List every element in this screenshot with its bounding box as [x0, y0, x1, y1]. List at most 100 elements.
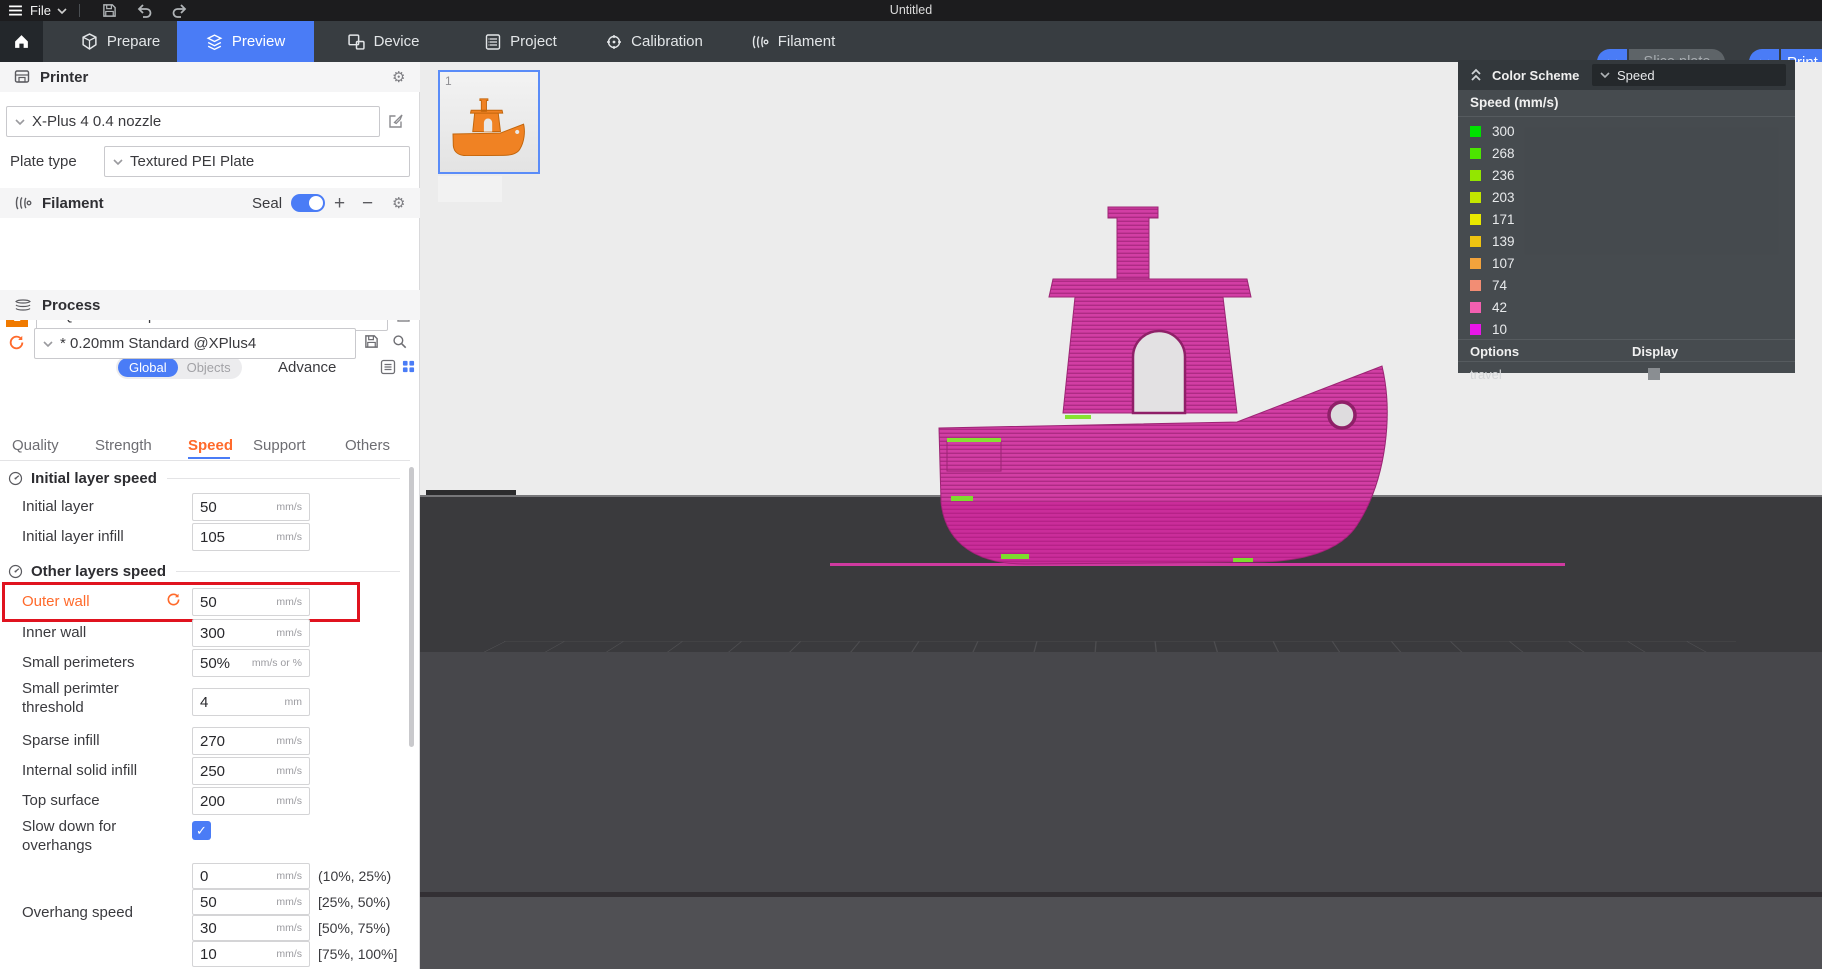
- plate-type-dropdown[interactable]: Textured PEI Plate: [104, 146, 410, 177]
- setting-label: Inner wall: [22, 624, 86, 641]
- chevron-down-icon[interactable]: [57, 7, 67, 15]
- initial-layer-input[interactable]: 50mm/s: [192, 493, 310, 521]
- search-icon[interactable]: [392, 334, 407, 349]
- file-menu[interactable]: File: [30, 3, 51, 18]
- process-section-header: Process: [0, 290, 420, 320]
- legend-options-row: Options Display: [1458, 339, 1795, 362]
- overhang-speed-input-4[interactable]: 10mm/s: [192, 941, 310, 967]
- cube-icon: [81, 33, 98, 50]
- home-button[interactable]: [0, 21, 43, 62]
- seal-label: Seal: [252, 195, 282, 212]
- tab-speed[interactable]: Speed: [188, 437, 233, 454]
- add-filament-button[interactable]: +: [334, 194, 345, 213]
- tab-quality[interactable]: Quality: [12, 437, 59, 454]
- legend-item: 139: [1458, 230, 1795, 252]
- legend-swatch: [1470, 214, 1481, 225]
- slow-down-overhangs-checkbox[interactable]: ✓: [192, 821, 211, 840]
- collapse-icon[interactable]: [1470, 68, 1482, 82]
- hamburger-icon[interactable]: [8, 5, 23, 16]
- overhang-range-1: (10%, 25%): [318, 863, 391, 889]
- tab-prepare[interactable]: Prepare: [64, 21, 177, 62]
- initial-layer-infill-input[interactable]: 105mm/s: [192, 523, 310, 551]
- legend-swatch: [1470, 324, 1481, 335]
- process-stack-icon: [14, 298, 32, 312]
- tab-calibration[interactable]: Calibration: [587, 21, 722, 62]
- printer-section-header: Printer ⚙: [0, 62, 420, 92]
- travel-checkbox[interactable]: [1648, 368, 1660, 380]
- benchy-porthole: [1329, 402, 1355, 428]
- edit-printer-icon[interactable]: [388, 113, 404, 129]
- legend-swatch: [1470, 148, 1481, 159]
- setting-label: Internal solid infill: [22, 762, 137, 779]
- color-scheme-dropdown[interactable]: Speed: [1592, 64, 1786, 86]
- tab-filament[interactable]: Filament: [732, 21, 854, 62]
- sparse-infill-input[interactable]: 270mm/s: [192, 727, 310, 755]
- calibration-icon: [606, 34, 622, 50]
- top-surface-input[interactable]: 200mm/s: [192, 787, 310, 815]
- setting-label: Initial layer: [22, 498, 94, 515]
- process-grid-icon[interactable]: [402, 360, 415, 373]
- main-toolbar: Prepare Preview Device Project Calibrati…: [0, 21, 1822, 62]
- setting-label: Initial layer infill: [22, 528, 124, 545]
- settings-sidebar: Printer ⚙ X-Plus 4 0.4 nozzle Plate type…: [0, 62, 420, 969]
- legend-item: 74: [1458, 274, 1795, 296]
- tab-others[interactable]: Others: [345, 437, 390, 454]
- reset-preset-icon[interactable]: [8, 334, 25, 351]
- process-scope-toggle[interactable]: Global Objects: [116, 356, 242, 379]
- overhang-range-4: [75%, 100%]: [318, 941, 397, 967]
- legend-swatch: [1470, 302, 1481, 313]
- overhang-speed-input-2[interactable]: 50mm/s: [192, 889, 310, 915]
- plate-thumbnail[interactable]: 1: [438, 70, 540, 174]
- sidebar-scrollbar[interactable]: [409, 467, 414, 747]
- legend-item: 268: [1458, 142, 1795, 164]
- filament-settings-gear-icon[interactable]: ⚙: [392, 196, 405, 211]
- overhang-range-2: [25%, 50%): [318, 889, 390, 915]
- overhang-speed-input-1[interactable]: 0mm/s: [192, 863, 310, 889]
- layers-icon: [206, 33, 223, 51]
- redo-icon[interactable]: [171, 4, 187, 18]
- process-preset-dropdown[interactable]: * 0.20mm Standard @XPlus4: [34, 328, 356, 359]
- outer-wall-input[interactable]: 50mm/s: [192, 588, 310, 616]
- gauge-icon: [8, 471, 23, 486]
- thumbnail-benchy: [450, 98, 528, 156]
- reset-outer-wall-icon[interactable]: [166, 592, 181, 607]
- small-perimeters-input[interactable]: 50%mm/s or %: [192, 649, 310, 677]
- legend-swatch: [1470, 236, 1481, 247]
- filament-coil-icon: [14, 195, 32, 211]
- legend-item: 10: [1458, 318, 1795, 340]
- group-other-layers-speed: Other layers speed: [0, 559, 410, 583]
- inner-wall-input[interactable]: 300mm/s: [192, 619, 310, 647]
- save-preset-icon[interactable]: [364, 334, 379, 349]
- tab-support[interactable]: Support: [253, 437, 306, 454]
- legend-swatch: [1470, 258, 1481, 269]
- internal-solid-infill-input[interactable]: 250mm/s: [192, 757, 310, 785]
- legend-item: 42: [1458, 296, 1795, 318]
- tab-device[interactable]: Device: [321, 21, 446, 62]
- printer-settings-gear-icon[interactable]: ⚙: [392, 70, 405, 85]
- benchy-model[interactable]: [935, 202, 1395, 566]
- setting-label: Sparse infill: [22, 732, 100, 749]
- legend-item: 203: [1458, 186, 1795, 208]
- small-perimeter-threshold-input[interactable]: 4mm: [192, 688, 310, 716]
- scope-objects[interactable]: Objects: [178, 360, 240, 375]
- overhang-speed-input-3[interactable]: 30mm/s: [192, 915, 310, 941]
- travel-label: travel: [1470, 367, 1502, 382]
- benchy-arch-door: [1133, 331, 1185, 413]
- plate-lower-face: [420, 897, 1822, 969]
- scope-global[interactable]: Global: [118, 358, 178, 377]
- benchy-stern-box: [947, 441, 1001, 471]
- printer-preset-dropdown[interactable]: X-Plus 4 0.4 nozzle: [6, 106, 380, 137]
- filament-section-header: Filament Seal + − ⚙: [0, 188, 420, 218]
- tab-strength[interactable]: Strength: [95, 437, 152, 454]
- save-icon[interactable]: [102, 3, 117, 18]
- setting-label: Top surface: [22, 792, 100, 809]
- tab-project[interactable]: Project: [465, 21, 577, 62]
- speed-settings-panel: Initial layer speed Initial layer 50mm/s…: [0, 462, 420, 969]
- remove-filament-button[interactable]: −: [362, 194, 373, 213]
- process-list-icon[interactable]: [380, 359, 396, 375]
- seal-toggle[interactable]: [291, 194, 325, 212]
- display-header: Display: [1632, 344, 1678, 359]
- undo-icon[interactable]: [137, 4, 153, 18]
- tab-preview[interactable]: Preview: [177, 21, 314, 62]
- menu-bar: File: [0, 0, 1822, 21]
